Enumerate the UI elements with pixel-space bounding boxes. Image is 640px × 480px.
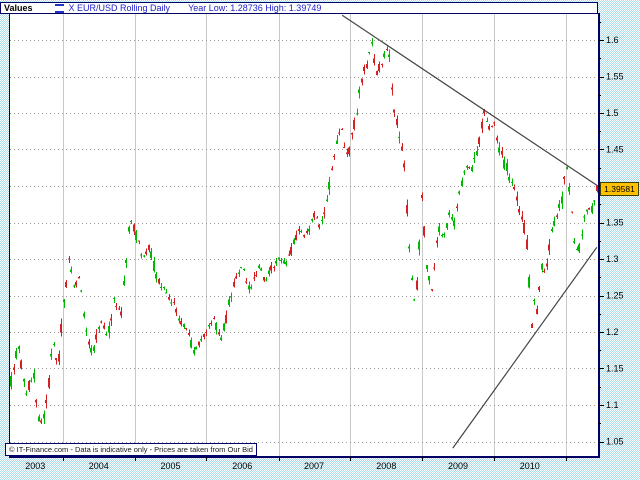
ascending-support	[452, 246, 598, 449]
x-axis-label: 2009	[448, 461, 469, 471]
x-axis-label: 2005	[160, 461, 181, 471]
series-line-icon	[54, 3, 64, 13]
copyright-note: © IT-Finance.com - Data is indicative on…	[5, 443, 257, 456]
y-axis-label: 1.25	[606, 291, 624, 301]
y-axis-label: 1.55	[606, 72, 624, 82]
x-axis-label: 2006	[232, 461, 253, 471]
plot-area	[9, 13, 600, 458]
y-axis-label: 1.15	[606, 364, 624, 374]
y-axis-label: 1.6	[606, 35, 619, 45]
x-axis-label: 2008	[376, 461, 397, 471]
year-range-label: Year Low: 1.28736 High: 1.39749	[188, 3, 322, 13]
last-price-badge: 1.39581	[600, 182, 639, 196]
window: { "header": { "panel_label": "Values", "…	[0, 0, 640, 480]
y-axis-label: 1.2	[606, 327, 619, 337]
series-legend-label[interactable]: X EUR/USD Rolling Daily	[69, 3, 171, 13]
y-axis-label: 1.05	[606, 437, 624, 447]
vertical-gridlines	[63, 14, 567, 456]
y-axis-label: 1.5	[606, 108, 619, 118]
y-axis-label: 1.3	[606, 254, 619, 264]
candles	[10, 38, 598, 424]
y-axis: 1.61.551.51.451.41.351.31.251.21.151.11.…	[598, 22, 624, 447]
x-axis-label: 2010	[519, 461, 540, 471]
y-axis-label: 1.45	[606, 145, 624, 155]
y-axis-label: 1.35	[606, 218, 624, 228]
horizontal-gridlines	[10, 40, 598, 443]
x-axis-label: 2004	[88, 461, 109, 471]
y-axis-label: 1.1	[606, 400, 619, 410]
price-chart[interactable]	[10, 14, 598, 456]
x-axis-label: 2003	[25, 461, 46, 471]
x-axis-label: 2007	[303, 461, 324, 471]
trendlines	[341, 14, 598, 449]
panel-title: Values	[4, 3, 33, 13]
